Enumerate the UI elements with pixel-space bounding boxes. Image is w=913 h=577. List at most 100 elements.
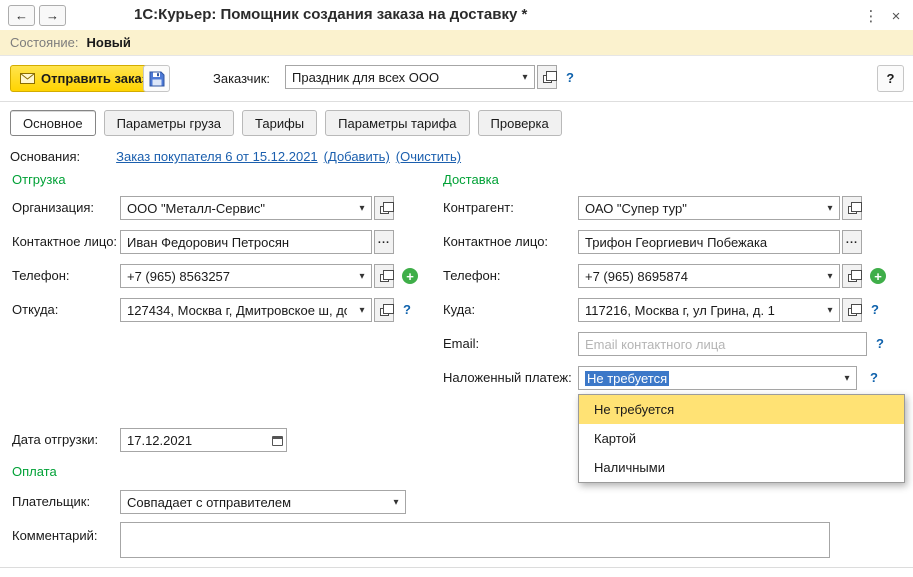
shipment-phone-dropdown-button[interactable]: ▾: [353, 265, 371, 287]
comment-input[interactable]: [121, 523, 829, 557]
shipment-date-label: Дата отгрузки:: [12, 428, 98, 452]
to-address-dropdown-button[interactable]: ▾: [821, 299, 839, 321]
delivery-add-phone-button[interactable]: +: [870, 268, 886, 284]
cod-value-area[interactable]: Не требуется: [579, 367, 838, 389]
cod-dropdown-button[interactable]: ▾: [838, 367, 856, 389]
cod-help-link[interactable]: ?: [870, 366, 878, 390]
delivery-phone-dropdown-button[interactable]: ▾: [821, 265, 839, 287]
shipment-contact-more-button[interactable]: ...: [374, 230, 394, 254]
tab-tariff-params[interactable]: Параметры тарифа: [325, 110, 469, 136]
ellipsis-icon: ...: [378, 234, 390, 250]
customer-open-button[interactable]: [537, 65, 557, 89]
from-address-dropdown-button[interactable]: ▾: [353, 299, 371, 321]
title-bar: ← → 1С:Курьер: Помощник создания заказа …: [0, 0, 913, 30]
send-order-button[interactable]: Отправить заказ: [10, 65, 158, 92]
chevron-down-icon: ▾: [827, 305, 832, 316]
delivery-phone-open-button[interactable]: [842, 264, 862, 288]
shipment-phone-label: Телефон:: [12, 264, 70, 288]
send-icon: [20, 73, 35, 84]
customer-help-link[interactable]: ?: [566, 66, 574, 90]
organization-dropdown-button[interactable]: ▾: [353, 197, 371, 219]
payer-dropdown-button[interactable]: ▾: [387, 491, 405, 513]
shipment-contact-field: [120, 230, 372, 254]
to-address-field: ▾: [578, 298, 840, 322]
to-address-help-link[interactable]: ?: [871, 298, 879, 322]
to-address-open-button[interactable]: [842, 298, 862, 322]
shipment-phone-field: ▾: [120, 264, 372, 288]
status-bar: Состояние: Новый: [0, 30, 913, 56]
tab-cargo-params[interactable]: Параметры груза: [104, 110, 234, 136]
cod-selected-value: Не требуется: [585, 371, 669, 386]
from-address-field: ▾: [120, 298, 372, 322]
customer-dropdown-button[interactable]: ▾: [516, 66, 534, 88]
section-delivery-title: Доставка: [443, 172, 499, 187]
shipment-date-input[interactable]: [121, 429, 268, 451]
from-address-open-button[interactable]: [374, 298, 394, 322]
shipment-phone-open-button[interactable]: [374, 264, 394, 288]
cod-option-not-required[interactable]: Не требуется: [579, 395, 904, 424]
open-icon: [380, 308, 389, 316]
to-address-label: Куда:: [443, 298, 475, 322]
delivery-phone-input[interactable]: [579, 265, 821, 287]
more-button[interactable]: ⋮: [861, 6, 881, 26]
status-value: Новый: [86, 35, 130, 50]
open-icon: [380, 206, 389, 214]
chevron-down-icon: ▾: [522, 72, 527, 83]
back-button[interactable]: ←: [8, 5, 35, 26]
forward-button[interactable]: →: [39, 5, 66, 26]
cod-field[interactable]: Не требуется ▾: [578, 366, 857, 390]
chevron-down-icon: ▾: [359, 271, 364, 282]
shipment-phone-input[interactable]: [121, 265, 353, 287]
basis-row: Основания: Заказ покупателя 6 от 15.12.2…: [10, 149, 467, 164]
delivery-contact-more-button[interactable]: ...: [842, 230, 862, 254]
from-address-help-link[interactable]: ?: [403, 298, 411, 322]
chevron-down-icon: ▾: [359, 203, 364, 214]
tab-main[interactable]: Основное: [10, 110, 96, 136]
tab-tariffs[interactable]: Тарифы: [242, 110, 317, 136]
basis-order-link[interactable]: Заказ покупателя 6 от 15.12.2021: [116, 149, 318, 164]
back-arrow-icon: ←: [15, 8, 28, 23]
customer-input[interactable]: [286, 66, 516, 88]
basis-add-link[interactable]: (Добавить): [324, 149, 390, 164]
send-order-label: Отправить заказ: [41, 71, 148, 86]
cod-option-cash[interactable]: Наличными: [579, 453, 904, 482]
bottom-divider: [0, 567, 913, 568]
chevron-down-icon: ▾: [827, 271, 832, 282]
organization-field: ▾: [120, 196, 372, 220]
open-icon: [543, 75, 552, 83]
shipment-contact-label: Контактное лицо:: [12, 230, 117, 254]
save-button[interactable]: [143, 65, 170, 92]
shipment-add-phone-button[interactable]: +: [402, 268, 418, 284]
counterparty-dropdown-button[interactable]: ▾: [821, 197, 839, 219]
organization-open-button[interactable]: [374, 196, 394, 220]
plus-icon: +: [874, 270, 882, 283]
to-address-input[interactable]: [579, 299, 821, 321]
email-input[interactable]: [579, 333, 866, 355]
payer-input[interactable]: [121, 491, 387, 513]
tab-check[interactable]: Проверка: [478, 110, 562, 136]
from-address-label: Откуда:: [12, 298, 58, 322]
cod-option-card[interactable]: Картой: [579, 424, 904, 453]
close-button[interactable]: ×: [886, 6, 906, 26]
shipment-contact-input[interactable]: [121, 231, 371, 253]
help-button[interactable]: ?: [877, 65, 904, 92]
counterparty-open-button[interactable]: [842, 196, 862, 220]
customer-label: Заказчик:: [213, 67, 270, 91]
from-address-input[interactable]: [121, 299, 353, 321]
delivery-contact-input[interactable]: [579, 231, 839, 253]
email-help-link[interactable]: ?: [876, 332, 884, 356]
open-icon: [848, 274, 857, 282]
organization-input[interactable]: [121, 197, 353, 219]
app-window: ← → 1С:Курьер: Помощник создания заказа …: [0, 0, 913, 577]
basis-clear-link[interactable]: (Очистить): [396, 149, 461, 164]
chevron-down-icon: ▾: [827, 203, 832, 214]
payer-field: ▾: [120, 490, 406, 514]
date-picker-button[interactable]: [268, 429, 286, 451]
chevron-down-icon: ▾: [359, 305, 364, 316]
tab-bar: Основное Параметры груза Тарифы Параметр…: [10, 110, 562, 136]
counterparty-input[interactable]: [579, 197, 821, 219]
counterparty-field: ▾: [578, 196, 840, 220]
plus-icon: +: [406, 270, 414, 283]
comment-field: [120, 522, 830, 558]
section-payment-title: Оплата: [12, 464, 57, 479]
